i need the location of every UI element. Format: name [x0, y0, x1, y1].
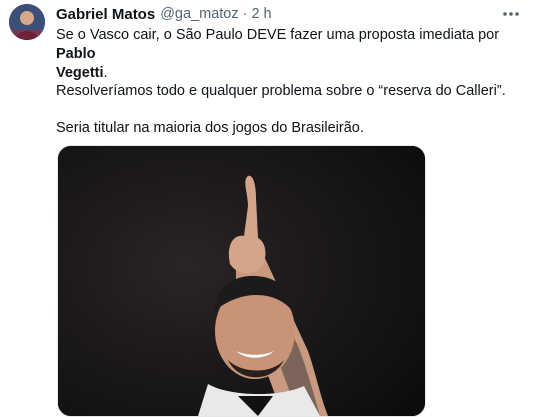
tweet-text: Se o Vasco cair, o São Paulo DEVE fazer … [56, 26, 526, 138]
more-options-button[interactable] [500, 4, 522, 24]
avatar-image [9, 4, 45, 40]
timestamp[interactable]: 2 h [251, 6, 271, 22]
paragraph-1-end: . [103, 65, 108, 81]
tweet-paragraph-1: Se o Vasco cair, o São Paulo DEVE fazer … [56, 26, 526, 81]
more-horizontal-icon [503, 12, 519, 16]
separator-dot: · [242, 6, 248, 22]
mention-pablo: Pablo [56, 46, 96, 62]
tweet-paragraph-3: Seria titular na maioria dos jogos do Br… [56, 120, 364, 136]
player-photo [58, 146, 425, 416]
author-name[interactable]: Gabriel Matos [56, 6, 155, 23]
tweet-media[interactable] [57, 145, 426, 417]
tweet-paragraph-2: Resolveríamos todo e qualquer problema s… [56, 83, 506, 99]
avatar[interactable] [9, 4, 45, 40]
paragraph-1-text: Se o Vasco cair, o São Paulo DEVE fazer … [56, 27, 500, 43]
tweet-header: Gabriel Matos @ga_matoz · 2 h [56, 4, 496, 24]
author-handle[interactable]: @ga_matoz [160, 6, 238, 22]
tweet[interactable]: Gabriel Matos @ga_matoz · 2 h Se o Vasco… [0, 0, 536, 417]
mention-vegetti: Vegetti [56, 65, 104, 81]
